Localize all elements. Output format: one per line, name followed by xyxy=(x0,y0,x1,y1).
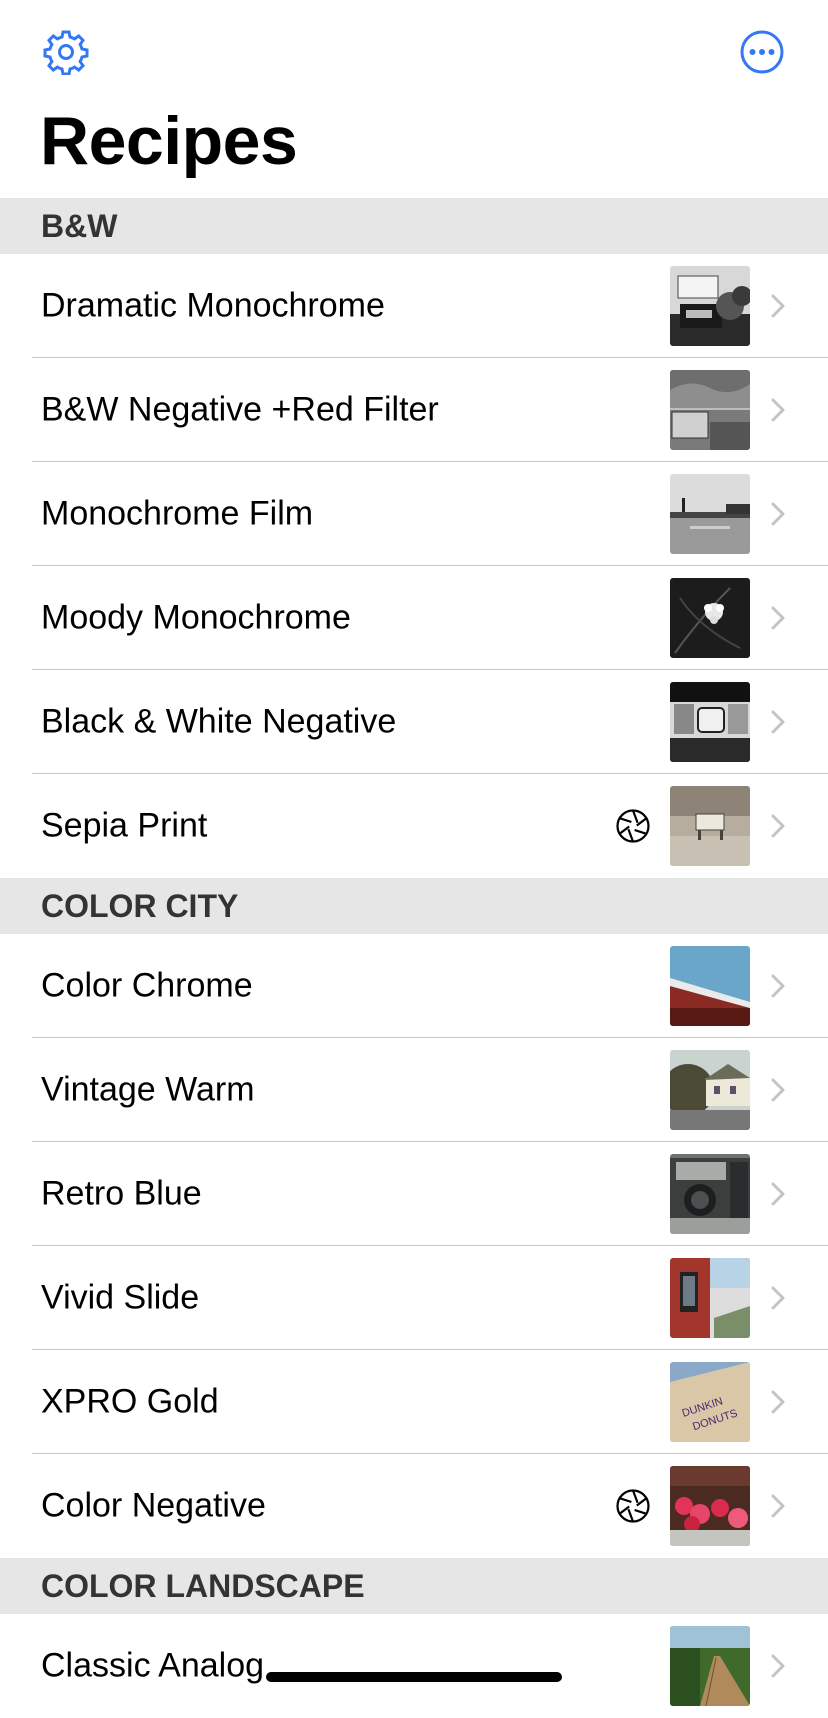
recipe-row[interactable]: Black & White Negative xyxy=(0,670,828,774)
chevron-right-icon xyxy=(770,1653,786,1679)
page-title: Recipes xyxy=(40,103,298,179)
aperture-icon xyxy=(615,808,651,844)
chevron-right-icon xyxy=(770,709,786,735)
section-group: Dramatic Monochrome B&W Negative +Red Fil… xyxy=(0,254,828,878)
recipe-thumbnail xyxy=(670,1050,750,1130)
ellipsis-circle-icon xyxy=(740,30,784,74)
recipe-thumbnail xyxy=(670,682,750,762)
settings-button[interactable] xyxy=(40,26,92,78)
recipe-name: Vivid Slide xyxy=(41,1278,200,1317)
section-header: COLOR CITY xyxy=(0,878,828,934)
aperture-icon xyxy=(615,1488,651,1524)
recipe-name: Sepia Print xyxy=(41,806,208,845)
recipe-name: Color Negative xyxy=(41,1486,266,1525)
navigation-bar xyxy=(0,0,828,100)
recipe-thumbnail xyxy=(670,1466,750,1546)
recipe-name: XPRO Gold xyxy=(41,1382,219,1421)
recipe-row[interactable]: Vivid Slide xyxy=(0,1246,828,1350)
chevron-right-icon xyxy=(770,813,786,839)
recipe-thumbnail xyxy=(670,474,750,554)
section-group: Color Chrome Vintage Warm Retro Blue Vivid … xyxy=(0,934,828,1558)
recipe-row[interactable]: Monochrome Film xyxy=(0,462,828,566)
more-button[interactable] xyxy=(736,26,788,78)
section-group: Classic Analog xyxy=(0,1614,828,1718)
recipe-thumbnail xyxy=(670,1154,750,1234)
recipe-thumbnail xyxy=(670,1258,750,1338)
recipe-row[interactable]: Color Negative xyxy=(0,1454,828,1558)
chevron-right-icon xyxy=(770,1077,786,1103)
recipe-thumbnail xyxy=(670,266,750,346)
recipe-thumbnail xyxy=(670,578,750,658)
home-indicator xyxy=(266,1672,562,1682)
recipe-list: B&W Dramatic Monochrome B&W Negative +Red … xyxy=(0,198,828,1718)
chevron-right-icon xyxy=(770,973,786,999)
chevron-right-icon xyxy=(770,1181,786,1207)
chevron-right-icon xyxy=(770,1493,786,1519)
recipe-row[interactable]: Retro Blue xyxy=(0,1142,828,1246)
chevron-right-icon xyxy=(770,293,786,319)
gear-icon xyxy=(43,30,89,75)
chevron-right-icon xyxy=(770,605,786,631)
chevron-right-icon xyxy=(770,397,786,423)
section-header: B&W xyxy=(0,198,828,254)
recipe-name: Color Chrome xyxy=(41,966,253,1005)
recipe-thumbnail: DUNKIN DONUTS xyxy=(670,1362,750,1442)
section-header: COLOR LANDSCAPE xyxy=(0,1558,828,1614)
recipe-row[interactable]: Sepia Print xyxy=(0,774,828,878)
recipe-name: Retro Blue xyxy=(41,1174,202,1213)
recipe-thumbnail xyxy=(670,1626,750,1706)
recipe-name: B&W Negative +Red Filter xyxy=(41,390,439,429)
recipe-name: Moody Monochrome xyxy=(41,598,351,637)
recipe-row[interactable]: Dramatic Monochrome xyxy=(0,254,828,358)
recipe-thumbnail xyxy=(670,786,750,866)
recipe-name: Classic Analog xyxy=(41,1646,265,1685)
recipe-row[interactable]: Classic Analog xyxy=(0,1614,828,1718)
recipe-row[interactable]: Vintage Warm xyxy=(0,1038,828,1142)
chevron-right-icon xyxy=(770,501,786,527)
recipe-row[interactable]: XPRO Gold DUNKIN DONUTS xyxy=(0,1350,828,1454)
recipe-row[interactable]: B&W Negative +Red Filter xyxy=(0,358,828,462)
recipe-name: Dramatic Monochrome xyxy=(41,286,385,325)
chevron-right-icon xyxy=(770,1285,786,1311)
recipe-row[interactable]: Color Chrome xyxy=(0,934,828,1038)
recipe-name: Vintage Warm xyxy=(41,1070,255,1109)
recipe-row[interactable]: Moody Monochrome xyxy=(0,566,828,670)
recipe-thumbnail xyxy=(670,946,750,1026)
recipe-thumbnail xyxy=(670,370,750,450)
recipe-name: Black & White Negative xyxy=(41,702,397,741)
chevron-right-icon xyxy=(770,1389,786,1415)
recipe-name: Monochrome Film xyxy=(41,494,314,533)
